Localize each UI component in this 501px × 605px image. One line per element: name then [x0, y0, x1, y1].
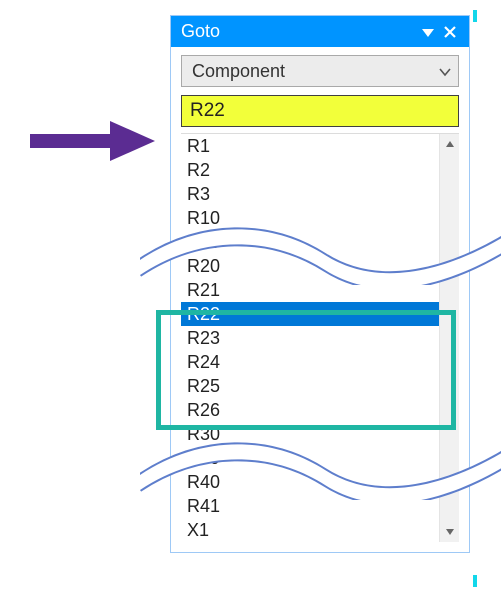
- panel-titlebar[interactable]: Goto: [171, 16, 469, 47]
- list-item[interactable]: R30: [181, 422, 439, 446]
- list-item[interactable]: R21: [181, 278, 439, 302]
- search-input[interactable]: R22: [181, 95, 459, 127]
- list-item[interactable]: R10: [181, 206, 439, 230]
- list-item[interactable]: R19: [181, 230, 439, 254]
- combo-label: Component: [192, 61, 438, 82]
- list-item[interactable]: R23: [181, 326, 439, 350]
- scroll-up-icon[interactable]: [445, 136, 455, 152]
- component-list[interactable]: R1R2R3R10R19R20R21R22R23R24R25R26R30R39R…: [181, 134, 439, 542]
- list-item[interactable]: R39: [181, 446, 439, 470]
- panel-body: Component R22 R1R2R3R10R19R20R21R22R23R2…: [171, 47, 469, 552]
- list-item[interactable]: R2: [181, 158, 439, 182]
- chevron-down-icon: [438, 61, 452, 82]
- list-item[interactable]: R25: [181, 374, 439, 398]
- list-item[interactable]: R3: [181, 182, 439, 206]
- list-item[interactable]: R40: [181, 470, 439, 494]
- edge-mark-bottom: [473, 575, 477, 587]
- component-combo[interactable]: Component: [181, 55, 459, 87]
- collapse-button[interactable]: [417, 27, 439, 37]
- scrollbar[interactable]: [439, 134, 459, 542]
- edge-mark-top: [473, 10, 477, 22]
- list-item[interactable]: X1: [181, 518, 439, 542]
- list-item[interactable]: R1: [181, 134, 439, 158]
- annotation-arrow: [25, 115, 160, 165]
- list-item[interactable]: R20: [181, 254, 439, 278]
- list-container: R1R2R3R10R19R20R21R22R23R24R25R26R30R39R…: [181, 133, 459, 542]
- close-button[interactable]: [439, 26, 461, 38]
- list-item[interactable]: R24: [181, 350, 439, 374]
- list-item[interactable]: R26: [181, 398, 439, 422]
- list-item[interactable]: R22: [181, 302, 439, 326]
- list-item[interactable]: R41: [181, 494, 439, 518]
- goto-panel: Goto Component R22 R1R2R3R10R19R20R21R22…: [170, 15, 470, 553]
- scroll-down-icon[interactable]: [445, 524, 455, 540]
- panel-title: Goto: [181, 21, 417, 42]
